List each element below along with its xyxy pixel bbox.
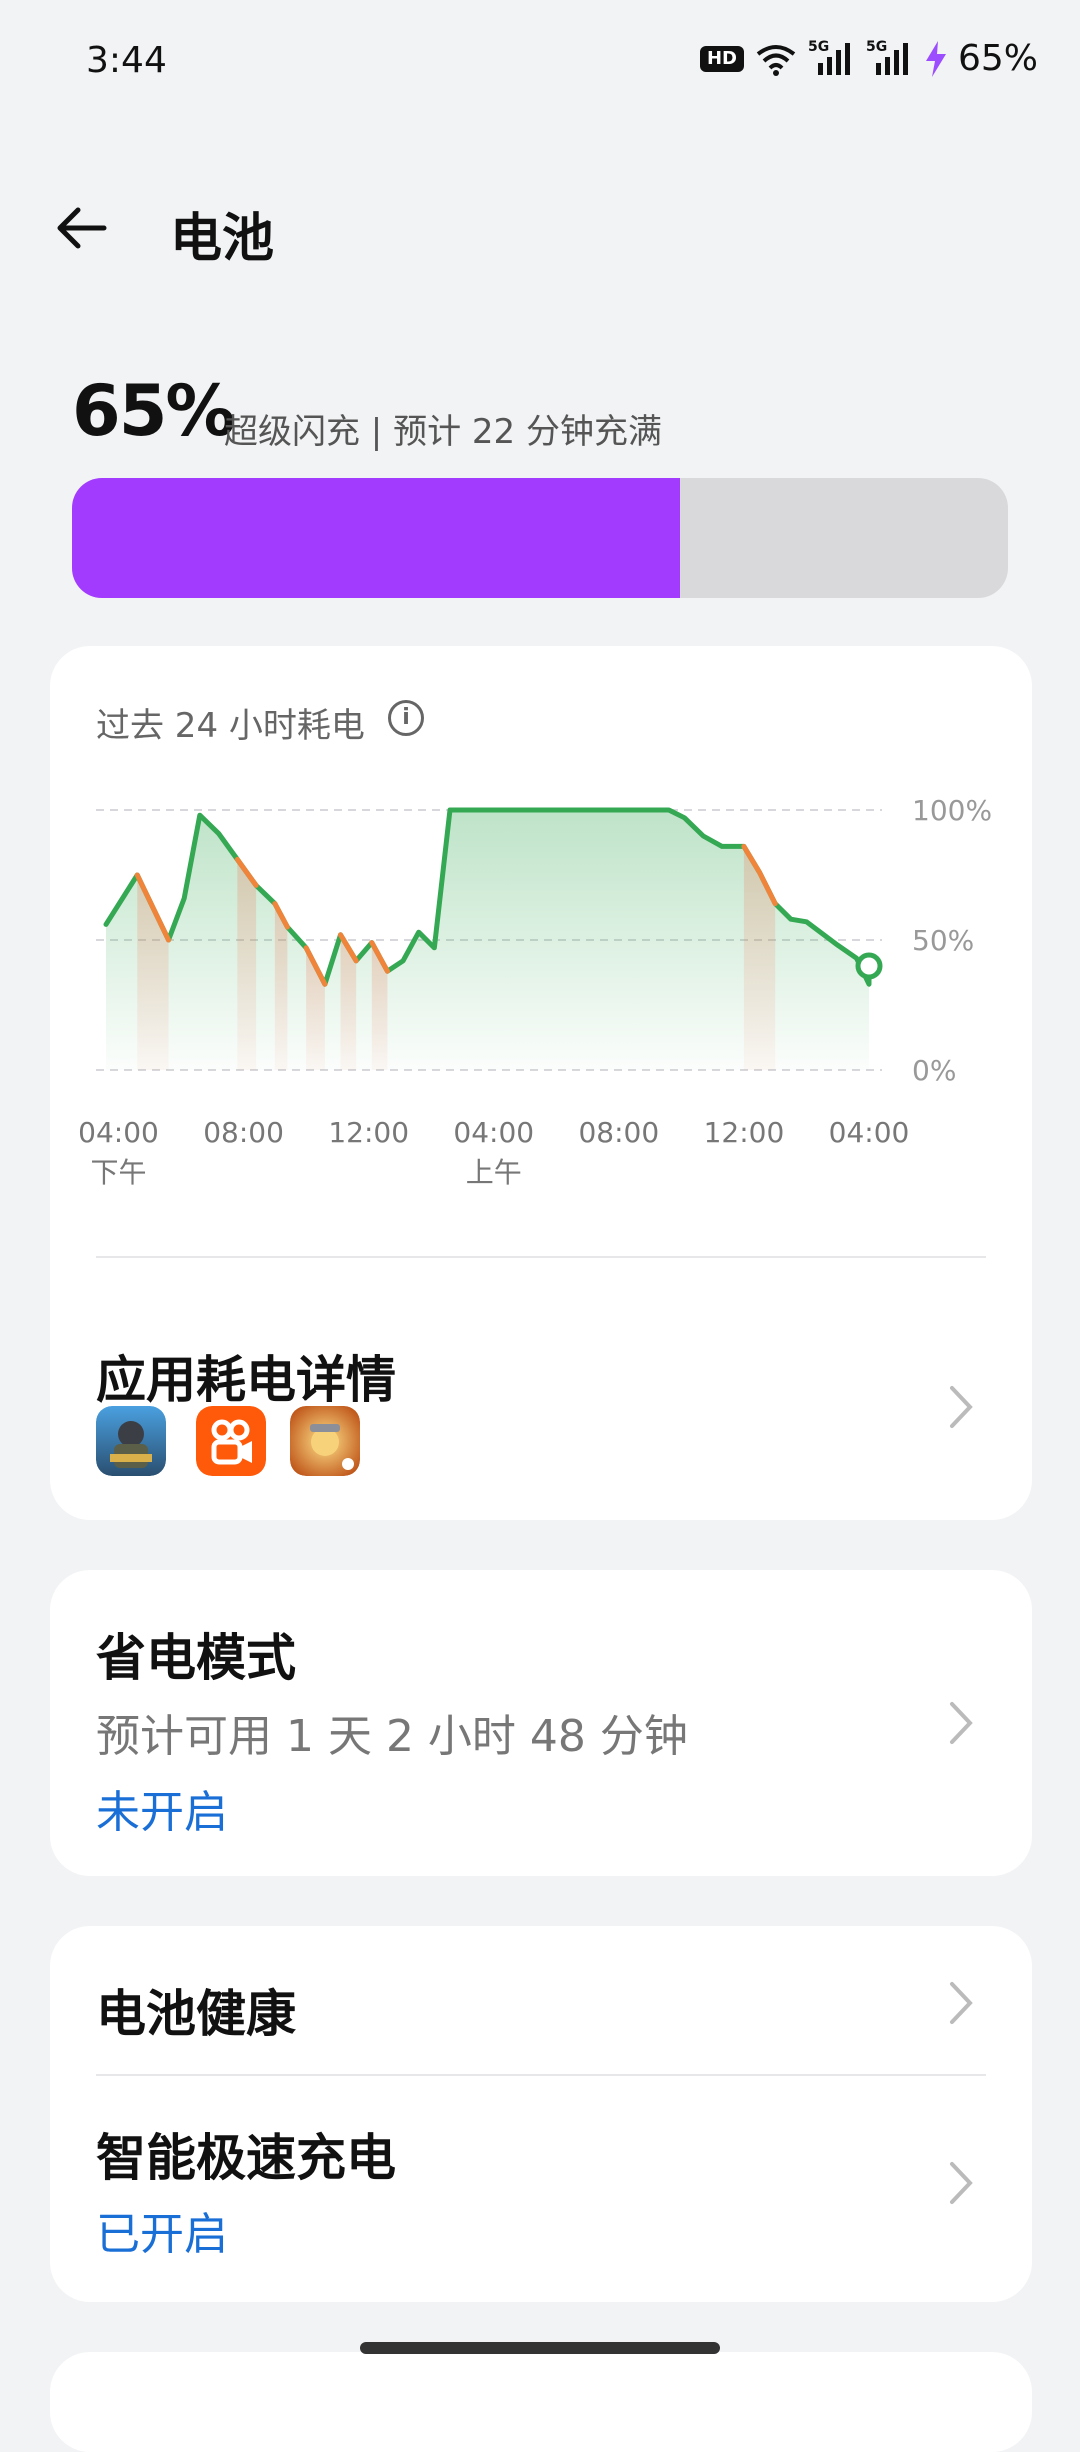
x-tick-label: 12:00 bbox=[328, 1116, 409, 1149]
x-tick-label: 04:00 bbox=[453, 1116, 534, 1149]
x-tick-label: 12:00 bbox=[704, 1116, 785, 1149]
charge-status-text: 超级闪充 | 预计 22 分钟充满 bbox=[224, 412, 662, 452]
pubg-app-icon bbox=[96, 1406, 166, 1476]
power-saving-status: 未开启 bbox=[96, 1787, 228, 1838]
y-tick-label: 0% bbox=[912, 1054, 956, 1087]
charging-bolt-icon bbox=[925, 40, 946, 77]
status-icons: HD 5G 5G 65% bbox=[699, 38, 1038, 79]
chevron-right-icon bbox=[950, 1702, 973, 1744]
status-time: 3:44 bbox=[86, 40, 167, 81]
smart-fast-charge-row[interactable]: 智能极速充电 已开启 bbox=[50, 2076, 1032, 2302]
power-saving-row[interactable]: 省电模式 预计可用 1 天 2 小时 48 分钟 未开启 bbox=[50, 1570, 1032, 1876]
next-card-partial bbox=[50, 2352, 1032, 2452]
power-saving-title: 省电模式 bbox=[96, 1629, 296, 1687]
signal-icon: 5G bbox=[866, 39, 914, 77]
battery-usage-card: 过去 24 小时耗电 i 100% 50% 0% 04:00 下午 08:00 12:00 0… bbox=[50, 646, 1032, 1520]
battery-health-row[interactable]: 电池健康 bbox=[50, 1926, 1032, 2076]
current-level-marker bbox=[855, 952, 883, 980]
x-tick-label: 08:00 bbox=[578, 1116, 659, 1149]
battery-level-fill bbox=[72, 478, 681, 598]
home-indicator[interactable] bbox=[360, 2342, 720, 2354]
app-usage-row[interactable]: 应用耗电详情 bbox=[50, 1258, 1032, 1520]
discharge-band bbox=[743, 846, 776, 1070]
page-title: 电池 bbox=[170, 209, 275, 269]
hd-voice-icon: HD bbox=[699, 45, 744, 72]
back-arrow-icon[interactable] bbox=[52, 196, 116, 260]
battery-level-bar bbox=[72, 478, 1008, 598]
kuaishou-app-icon bbox=[196, 1406, 266, 1476]
battery-percent: 65% bbox=[957, 38, 1038, 79]
x-tick-label: 04:00 bbox=[78, 1116, 159, 1149]
battery-settings-card: 电池健康 智能极速充电 已开启 bbox=[50, 1926, 1032, 2302]
smart-charge-status: 已开启 bbox=[96, 2209, 228, 2260]
battery-health-title: 电池健康 bbox=[96, 1985, 296, 2043]
x-tick-period-label: 下午 bbox=[91, 1156, 147, 1189]
wifi-icon bbox=[756, 44, 796, 76]
y-tick-label: 100% bbox=[912, 794, 992, 827]
signal-icon: 5G bbox=[808, 39, 856, 77]
chevron-right-icon bbox=[950, 2162, 973, 2204]
x-tick-period-label: 上午 bbox=[466, 1156, 522, 1189]
battery-usage-chart: 100%50%0%04:00下午08:00 12:00 04:00上午08:00 12… bbox=[78, 794, 992, 1189]
battery-percentage: 65% bbox=[72, 370, 236, 452]
app-usage-title: 应用耗电详情 bbox=[96, 1351, 396, 1409]
smart-charge-title: 智能极速充电 bbox=[96, 2129, 396, 2187]
x-tick-label: 04:00 bbox=[829, 1116, 910, 1149]
power-saving-estimate: 预计可用 1 天 2 小时 48 分钟 bbox=[96, 1711, 688, 1762]
discharge-band bbox=[237, 859, 257, 1070]
chevron-right-icon bbox=[950, 1982, 973, 2024]
chevron-right-icon bbox=[950, 1386, 973, 1428]
naruto-app-icon bbox=[290, 1406, 360, 1476]
x-tick-label: 08:00 bbox=[203, 1116, 284, 1149]
y-tick-label: 50% bbox=[912, 924, 974, 957]
